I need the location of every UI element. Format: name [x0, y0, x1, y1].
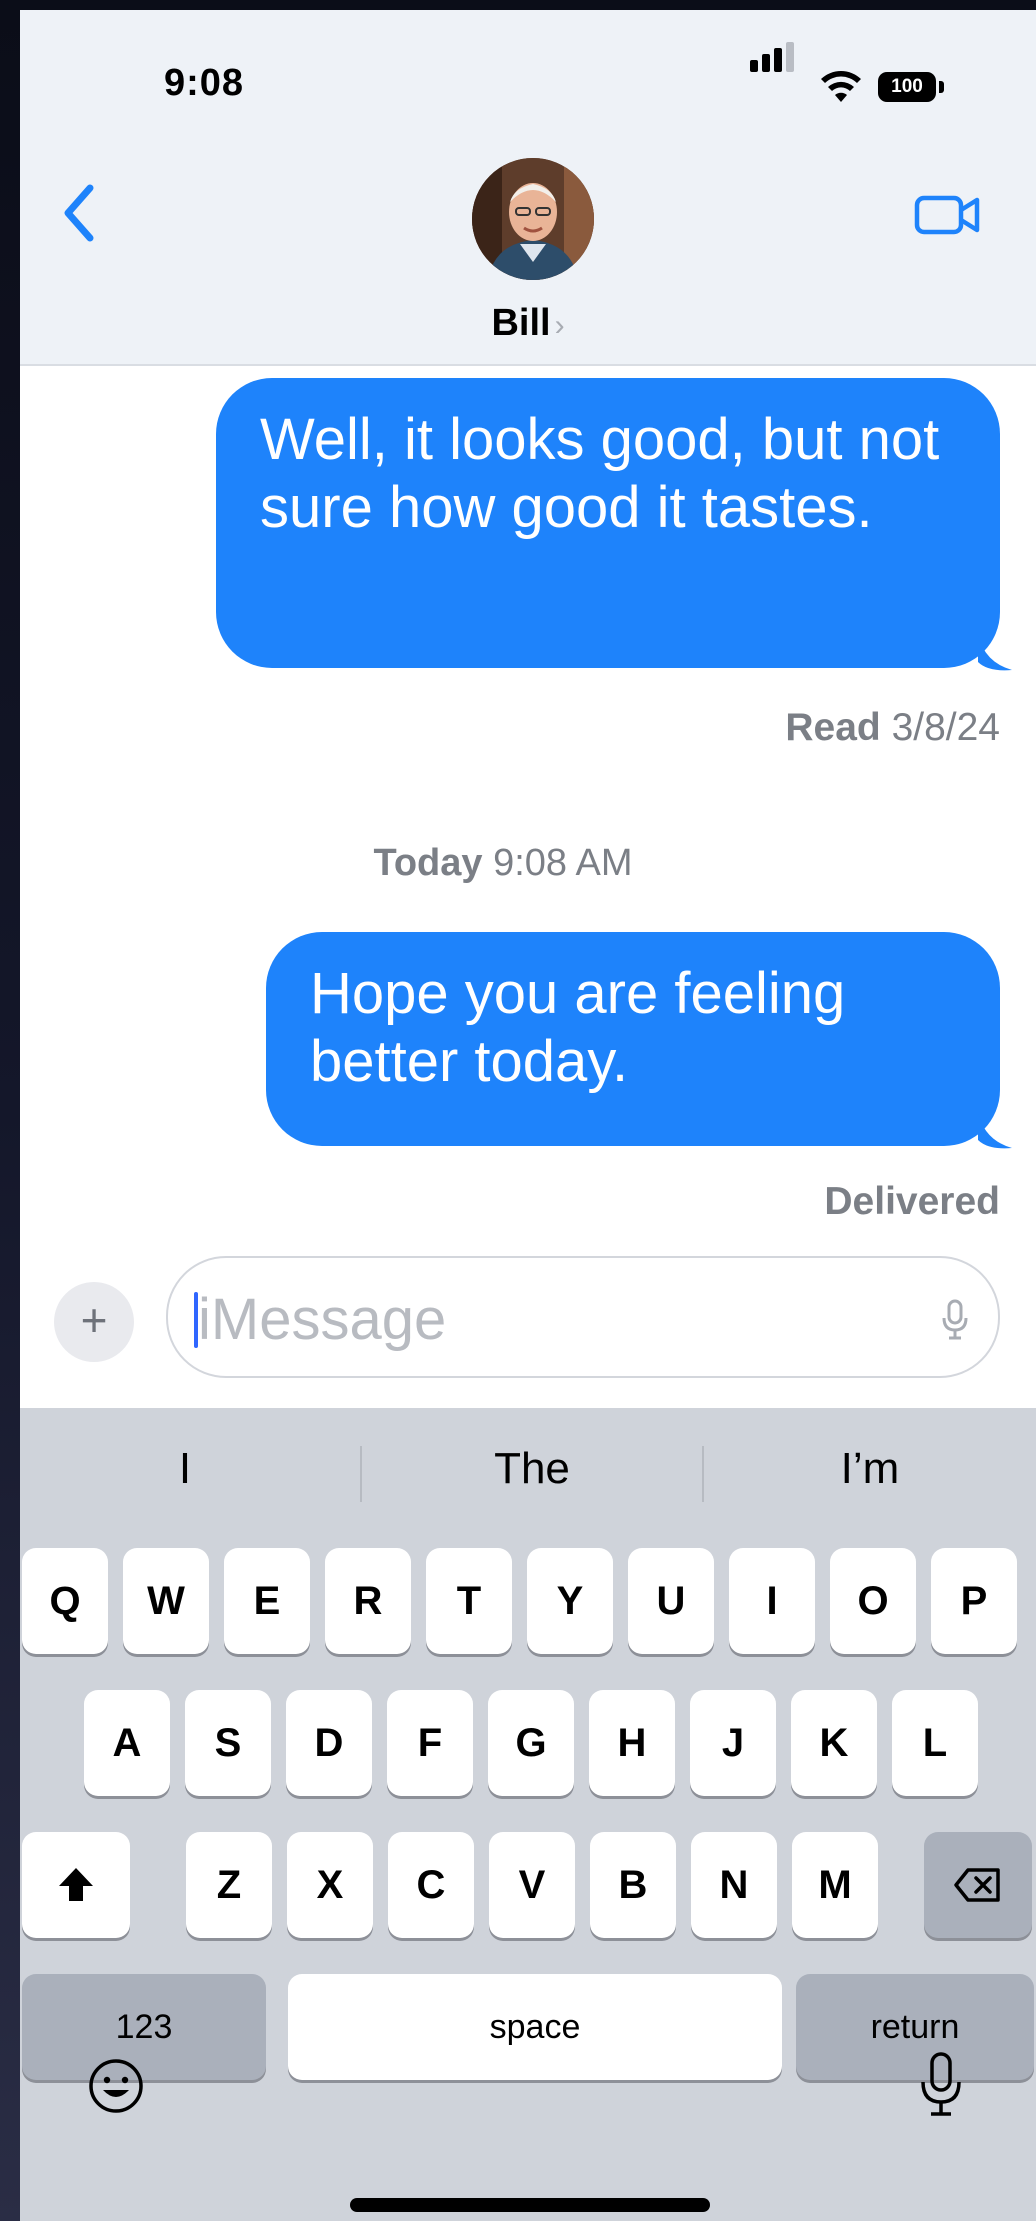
conversation-timestamp: Today 9:08 AM: [20, 842, 986, 885]
battery-cap: [939, 81, 944, 93]
delete-key[interactable]: [924, 1832, 1032, 1938]
bubble-tail: [978, 634, 1012, 671]
key-o[interactable]: O: [830, 1548, 916, 1654]
message-bubble-outgoing[interactable]: Well, it looks good, but not sure how go…: [216, 378, 1000, 668]
key-b[interactable]: B: [590, 1832, 676, 1938]
key-f[interactable]: F: [387, 1690, 473, 1796]
key-t[interactable]: T: [426, 1548, 512, 1654]
key-p[interactable]: P: [931, 1548, 1017, 1654]
status-icons: 100: [750, 42, 970, 106]
message-bubble-outgoing[interactable]: Hope you are feeling better today.: [266, 932, 1000, 1146]
key-y[interactable]: Y: [527, 1548, 613, 1654]
home-indicator[interactable]: [350, 2198, 710, 2212]
facetime-video-button[interactable]: [913, 190, 983, 240]
receipt-date: 3/8/24: [891, 706, 1000, 749]
key-z[interactable]: Z: [186, 1832, 272, 1938]
chevron-left-icon: [64, 184, 94, 242]
key-x[interactable]: X: [287, 1832, 373, 1938]
add-attachment-button[interactable]: +: [54, 1282, 134, 1362]
key-k[interactable]: K: [791, 1690, 877, 1796]
key-q[interactable]: Q: [22, 1548, 108, 1654]
delivered-receipt: Delivered: [824, 1180, 1000, 1223]
back-button[interactable]: [54, 178, 104, 248]
conversation-header: 9:08 100 Bill ›: [20, 10, 1036, 366]
suggestion-3[interactable]: I’m: [704, 1436, 1036, 1502]
dictation-mic-icon[interactable]: [918, 2050, 964, 2122]
timestamp-day: Today: [373, 842, 483, 884]
key-e[interactable]: E: [224, 1548, 310, 1654]
key-v[interactable]: V: [489, 1832, 575, 1938]
bubble-tail: [978, 1112, 1012, 1149]
emoji-icon[interactable]: [86, 2056, 146, 2116]
receipt-label: Read: [785, 706, 881, 749]
read-receipt: Read 3/8/24: [785, 706, 1000, 750]
key-h[interactable]: H: [589, 1690, 675, 1796]
contact-name-button[interactable]: Bill ›: [20, 302, 1036, 345]
space-key[interactable]: space: [288, 1974, 782, 2080]
predictive-bar: I The I’m: [20, 1436, 1036, 1502]
return-key[interactable]: return: [796, 1974, 1034, 2080]
key-m[interactable]: M: [792, 1832, 878, 1938]
suggestion-1[interactable]: I: [20, 1436, 350, 1502]
key-j[interactable]: J: [690, 1690, 776, 1796]
key-n[interactable]: N: [691, 1832, 777, 1938]
key-i[interactable]: I: [729, 1548, 815, 1654]
shift-key[interactable]: [22, 1832, 130, 1938]
video-camera-icon: [914, 195, 980, 235]
suggestion-2[interactable]: The: [362, 1436, 702, 1502]
imessage-input[interactable]: iMessage: [166, 1256, 1000, 1378]
microphone-icon[interactable]: [940, 1298, 970, 1342]
key-w[interactable]: W: [123, 1548, 209, 1654]
phone-screen: 9:08 100 Bill › Well, it looks good, but…: [20, 10, 1036, 2221]
shift-icon: [59, 1868, 93, 1901]
wifi-icon: [821, 71, 861, 102]
status-time: 9:08: [164, 62, 245, 104]
imessage-placeholder: iMessage: [198, 1287, 447, 1352]
delete-icon: [954, 1868, 1000, 1902]
avatar[interactable]: [472, 158, 594, 280]
key-s[interactable]: S: [185, 1690, 271, 1796]
chevron-right-icon: ›: [554, 309, 565, 342]
contact-name: Bill: [491, 302, 551, 344]
timestamp-time: 9:08 AM: [493, 842, 633, 884]
key-a[interactable]: A: [84, 1690, 170, 1796]
key-u[interactable]: U: [628, 1548, 714, 1654]
contact-photo: [472, 158, 594, 280]
key-d[interactable]: D: [286, 1690, 372, 1796]
key-c[interactable]: C: [388, 1832, 474, 1938]
battery-icon: 100: [878, 72, 936, 102]
key-l[interactable]: L: [892, 1690, 978, 1796]
key-r[interactable]: R: [325, 1548, 411, 1654]
keyboard: I The I’m Q W E R T Y U I O P A S D F G …: [20, 1408, 1036, 2221]
key-g[interactable]: G: [488, 1690, 574, 1796]
